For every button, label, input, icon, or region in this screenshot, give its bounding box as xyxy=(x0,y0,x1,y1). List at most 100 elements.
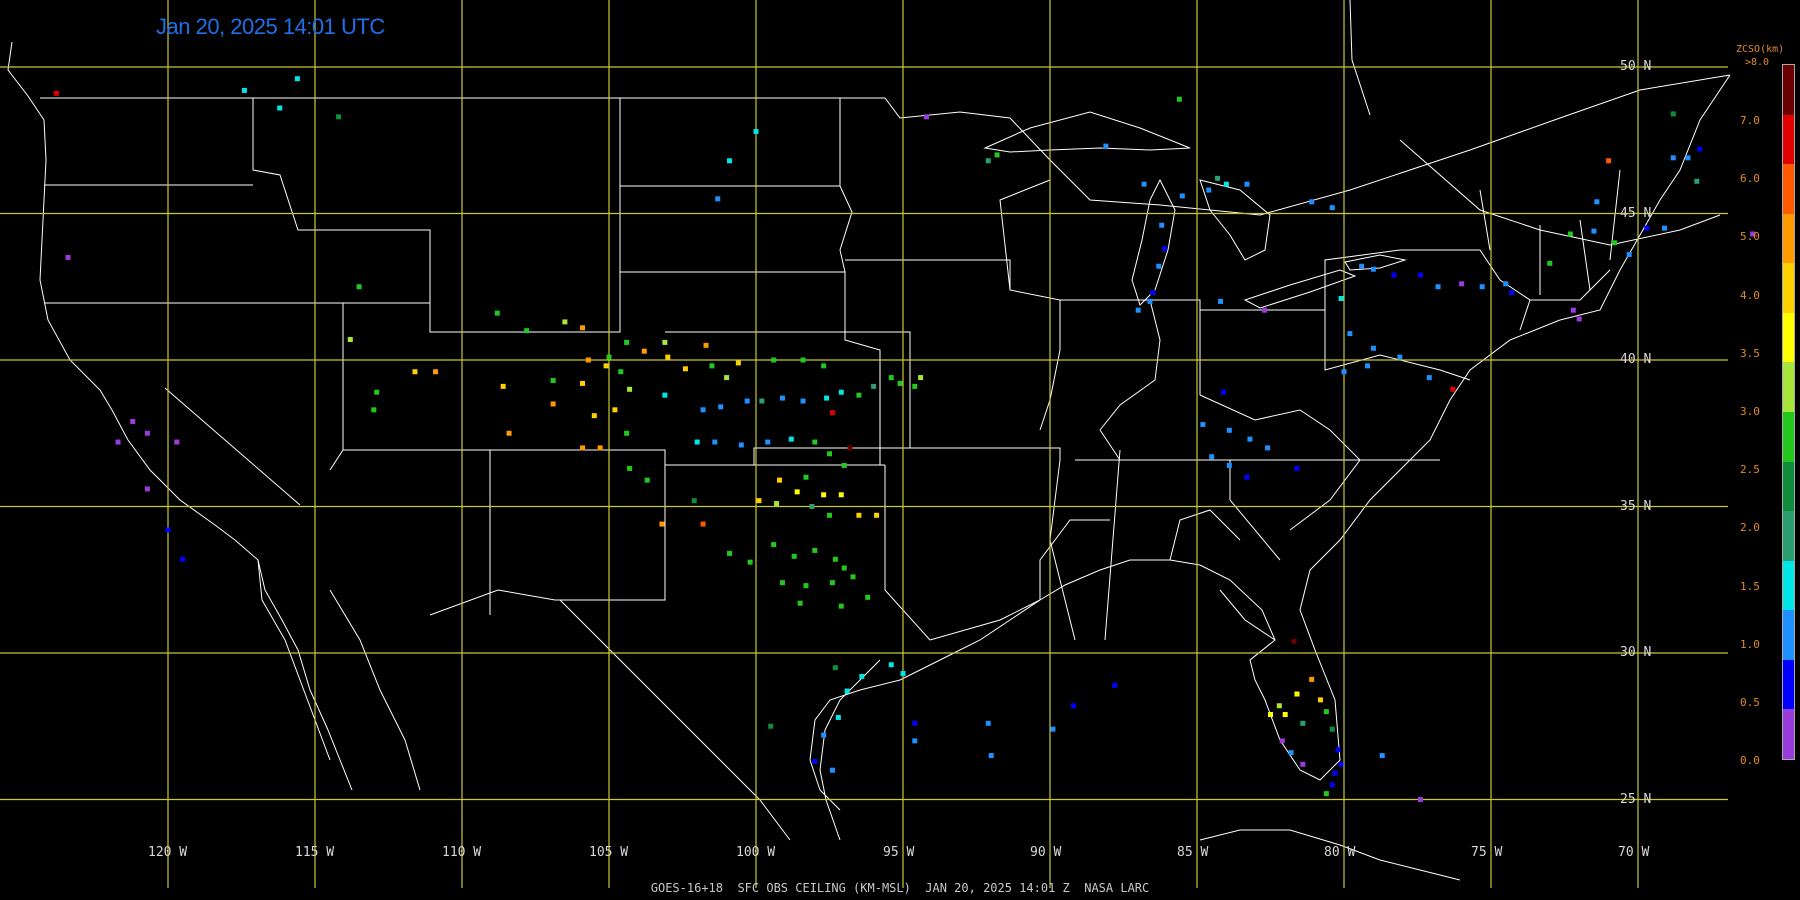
station-marker xyxy=(1479,284,1485,290)
station-marker xyxy=(794,489,800,495)
station-marker xyxy=(1370,345,1376,351)
station-marker xyxy=(1397,354,1403,360)
station-marker xyxy=(838,603,844,609)
station-marker xyxy=(694,439,700,445)
station-marker xyxy=(821,732,827,738)
station-marker xyxy=(856,512,862,518)
station-marker xyxy=(347,336,353,342)
station-marker xyxy=(759,398,765,404)
station-marker xyxy=(871,383,877,389)
station-marker xyxy=(865,594,871,600)
latitude-label: 40 N xyxy=(1620,352,1652,367)
station-marker xyxy=(829,410,835,416)
station-marker xyxy=(1503,281,1509,287)
station-marker xyxy=(727,550,733,556)
station-marker xyxy=(294,76,300,82)
station-marker xyxy=(1279,738,1285,744)
legend-title: ZCSO(km) xyxy=(1736,44,1785,55)
station-marker xyxy=(988,753,994,759)
station-marker xyxy=(1323,709,1329,715)
station-marker xyxy=(1223,181,1229,187)
station-marker xyxy=(1244,181,1250,187)
legend-color-segment xyxy=(1783,461,1794,512)
map-canvas xyxy=(0,0,1756,888)
station-marker xyxy=(1265,445,1271,451)
station-marker xyxy=(506,430,512,436)
station-marker xyxy=(1317,697,1323,703)
station-marker xyxy=(659,521,665,527)
station-marker xyxy=(1103,143,1109,149)
station-marker xyxy=(665,354,671,360)
station-marker xyxy=(1606,158,1612,164)
station-marker xyxy=(827,512,832,518)
latitude-label: 50 N xyxy=(1620,59,1652,74)
station-marker xyxy=(838,492,844,498)
station-marker xyxy=(771,357,777,363)
station-marker xyxy=(562,319,568,325)
station-marker xyxy=(912,738,918,744)
station-marker xyxy=(1282,712,1288,718)
station-marker xyxy=(624,430,630,436)
station-marker xyxy=(1300,720,1306,726)
station-marker xyxy=(277,105,283,111)
station-marker xyxy=(994,152,1000,158)
station-marker xyxy=(1338,761,1344,767)
legend-tick-label: 5.0 xyxy=(1740,230,1760,244)
station-marker xyxy=(597,445,603,451)
station-marker xyxy=(797,600,803,606)
coastline-and-state-borders xyxy=(7,0,1731,881)
station-marker xyxy=(715,196,721,202)
legend-color-segment xyxy=(1783,709,1794,760)
station-marker xyxy=(1576,316,1582,322)
station-marker xyxy=(627,465,633,471)
station-marker xyxy=(829,580,835,586)
station-marker xyxy=(1365,363,1371,369)
station-marker xyxy=(624,339,630,345)
station-marker xyxy=(1135,307,1141,313)
station-marker xyxy=(744,398,750,404)
legend-color-segment xyxy=(1783,511,1794,562)
station-marker xyxy=(500,383,506,389)
station-marker xyxy=(130,419,136,425)
station-marker xyxy=(821,363,827,369)
legend-color-segment xyxy=(1783,560,1794,611)
station-marker xyxy=(65,254,71,260)
station-marker xyxy=(803,474,809,480)
legend-tick-label: 0.5 xyxy=(1740,696,1760,709)
legend-color-segment xyxy=(1783,65,1794,116)
station-marker xyxy=(1338,295,1344,301)
station-marker xyxy=(874,512,880,518)
station-marker xyxy=(703,342,709,348)
station-marker xyxy=(1141,181,1147,187)
latitude-label: 25 N xyxy=(1620,791,1652,807)
baja-peninsula xyxy=(257,559,421,791)
legend-color-segment xyxy=(1783,164,1794,215)
northern-canada xyxy=(1349,0,1721,246)
station-marker xyxy=(1294,691,1300,697)
station-marker xyxy=(1206,187,1212,193)
station-marker xyxy=(1268,712,1273,718)
station-marker xyxy=(662,392,668,398)
station-marker xyxy=(1341,369,1347,375)
station-marker xyxy=(691,498,697,504)
station-marker xyxy=(912,383,918,389)
lake-erie xyxy=(1243,269,1357,309)
legend-color-segment xyxy=(1783,610,1794,661)
station-marker xyxy=(1332,770,1338,776)
latitude-label: 45 N xyxy=(1620,205,1652,221)
station-marker xyxy=(1329,726,1335,732)
station-marker xyxy=(771,542,777,548)
station-marker xyxy=(888,375,894,381)
station-marker xyxy=(718,404,724,410)
canada-border xyxy=(40,74,1731,216)
station-marker xyxy=(832,665,838,671)
station-marker xyxy=(812,547,818,553)
station-marker xyxy=(1262,307,1268,313)
legend-tick-label: 6.0 xyxy=(1740,172,1760,186)
station-marker xyxy=(612,407,618,413)
station-marker xyxy=(727,158,733,164)
legend-tick-label: 2.0 xyxy=(1740,521,1760,535)
longitude-label: 85 W xyxy=(1177,845,1209,860)
station-marker xyxy=(1209,454,1215,460)
station-marker xyxy=(1179,193,1185,199)
